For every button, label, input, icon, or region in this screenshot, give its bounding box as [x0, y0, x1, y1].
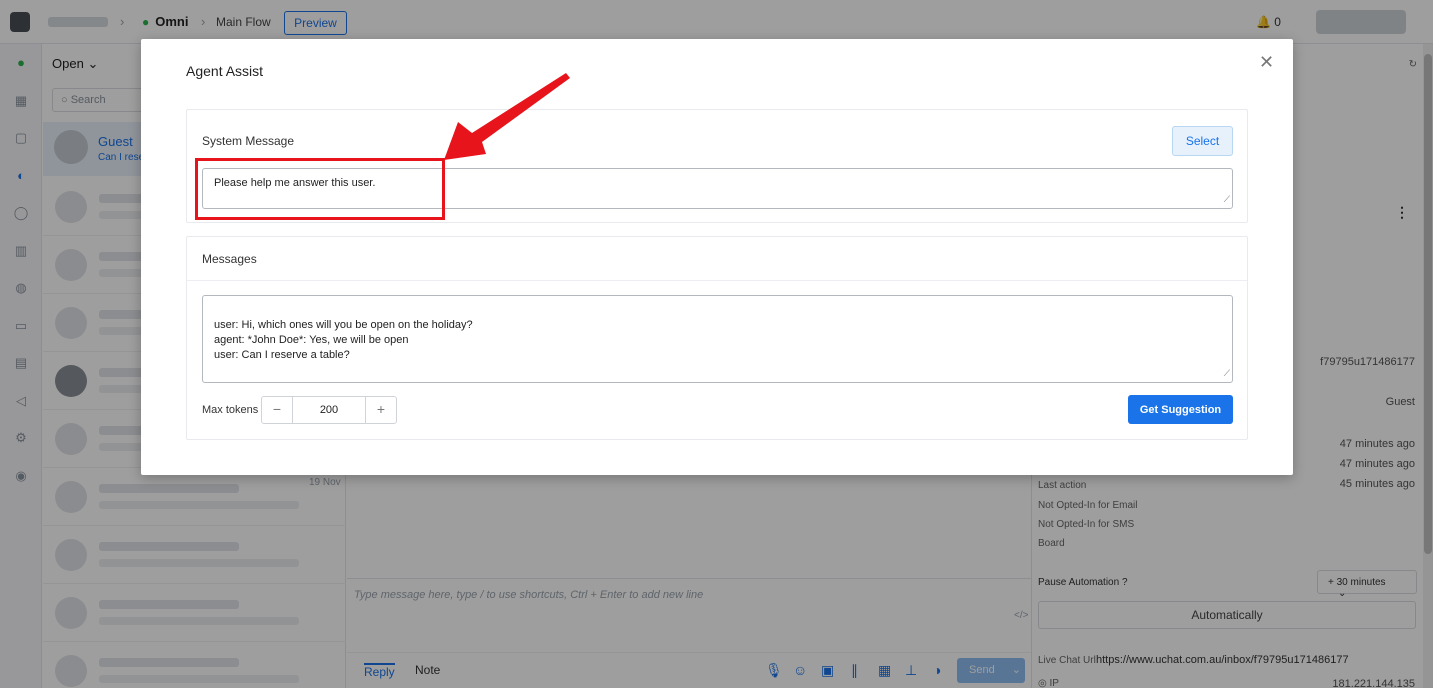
- messages-label: Messages: [202, 252, 257, 266]
- annotation-arrow-icon: [444, 73, 570, 160]
- system-message-label: System Message: [202, 134, 295, 148]
- agent-assist-modal: Agent Assist ✕ System Message Select Ple…: [141, 39, 1293, 475]
- resize-handle-icon[interactable]: ⟋: [1224, 192, 1230, 207]
- max-tokens-label: Max tokens: [202, 404, 259, 416]
- increment-button[interactable]: +: [366, 397, 396, 423]
- get-suggestion-button[interactable]: Get Suggestion: [1128, 395, 1233, 424]
- resize-handle-icon[interactable]: ⟋: [1224, 366, 1230, 381]
- messages-section: Messages user: Hi, which ones will you b…: [186, 236, 1248, 440]
- modal-title: Agent Assist: [186, 63, 264, 79]
- close-icon[interactable]: ✕: [1259, 53, 1274, 71]
- decrement-button[interactable]: −: [262, 397, 292, 423]
- max-tokens-stepper: − 200 +: [261, 396, 397, 424]
- select-button[interactable]: Select: [1172, 126, 1233, 156]
- messages-field[interactable]: user: Hi, which ones will you be open on…: [202, 295, 1233, 383]
- annotation-highlight: [195, 158, 445, 220]
- divider: [187, 280, 1247, 281]
- max-tokens-input[interactable]: 200: [292, 397, 366, 423]
